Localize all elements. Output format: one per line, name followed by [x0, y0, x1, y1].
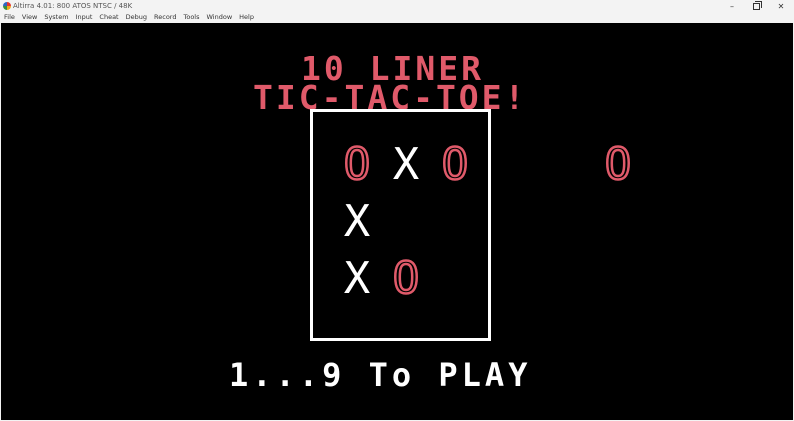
minimize-button[interactable]: –: [720, 0, 744, 12]
menu-file[interactable]: File: [0, 12, 18, 22]
side-piece: O: [604, 138, 633, 191]
menu-window[interactable]: Window: [203, 12, 236, 22]
board-cell-3[interactable]: O: [433, 138, 477, 191]
board-cell-4[interactable]: X: [335, 197, 379, 247]
menu-help[interactable]: Help: [236, 12, 258, 22]
board-cell-5[interactable]: [384, 197, 428, 247]
board-cell-2[interactable]: X: [384, 140, 428, 190]
window-title: Altirra 4.01: 800 ATOS NTSC / 48K: [13, 2, 133, 10]
emulator-screen[interactable]: 10 LINER TIC-TAC-TOE! O X O X X O O 1...…: [1, 23, 793, 420]
board-cell-7[interactable]: X: [335, 254, 379, 304]
close-button[interactable]: ✕: [769, 0, 793, 12]
board-cell-1[interactable]: O: [335, 138, 379, 191]
minimize-icon: –: [730, 1, 734, 11]
close-icon: ✕: [777, 1, 785, 11]
maximize-button[interactable]: [744, 0, 768, 12]
menu-view[interactable]: View: [18, 12, 40, 22]
menu-debug[interactable]: Debug: [122, 12, 150, 22]
menu-cheat[interactable]: Cheat: [96, 12, 122, 22]
altirra-app-icon: [3, 2, 11, 10]
play-prompt: 1...9 To PLAY: [229, 356, 532, 394]
board-cell-9[interactable]: [433, 254, 477, 304]
board-cell-8[interactable]: O: [384, 252, 428, 305]
menu-record[interactable]: Record: [151, 12, 180, 22]
title-bar[interactable]: Altirra 4.01: 800 ATOS NTSC / 48K – ✕: [0, 0, 794, 12]
menu-tools[interactable]: Tools: [180, 12, 203, 22]
board-cell-6[interactable]: [433, 197, 477, 247]
restore-icon: [752, 2, 760, 10]
menu-input[interactable]: Input: [72, 12, 96, 22]
emulator-window: Altirra 4.01: 800 ATOS NTSC / 48K – ✕ Fi…: [0, 0, 794, 421]
menu-bar: File View System Input Cheat Debug Recor…: [0, 12, 794, 22]
menu-system[interactable]: System: [41, 12, 72, 22]
game-board[interactable]: O X O X X O: [310, 109, 491, 341]
